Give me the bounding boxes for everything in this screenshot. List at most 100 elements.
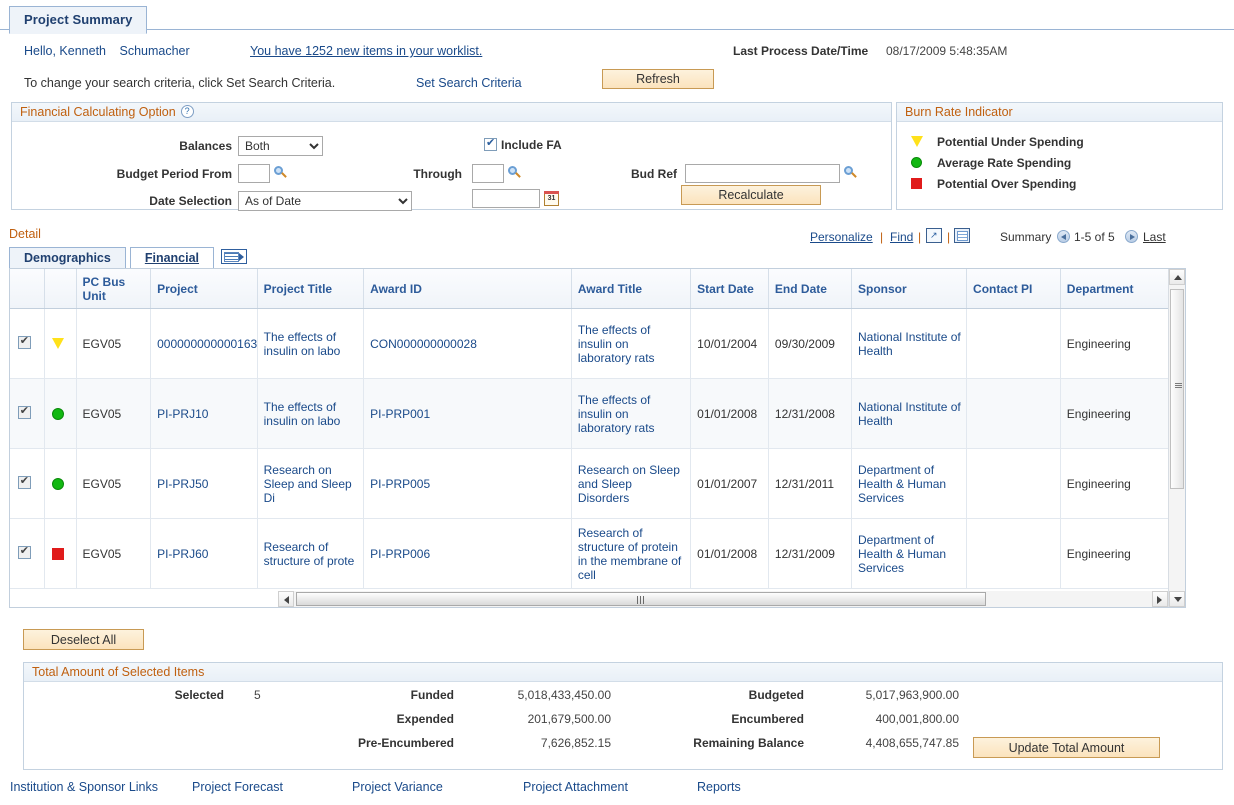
- project-link[interactable]: PI-PRJ60: [157, 547, 208, 561]
- award-id-link[interactable]: PI-PRP006: [370, 547, 430, 561]
- row-select-cell[interactable]: [10, 519, 44, 589]
- sponsor-link[interactable]: Department of Health & Human Services: [858, 463, 946, 505]
- cell-project[interactable]: PI-PRJ10: [151, 379, 258, 449]
- cell-sponsor[interactable]: Department of Health & Human Services: [852, 519, 967, 589]
- deselect-all-button[interactable]: Deselect All: [23, 629, 144, 650]
- footer-link-institution-sponsor[interactable]: Institution & Sponsor Links: [10, 780, 158, 794]
- cell-sponsor[interactable]: National Institute of Health: [852, 309, 967, 379]
- next-page-arrow-icon[interactable]: [1125, 230, 1138, 243]
- tab-project-summary[interactable]: Project Summary: [9, 6, 147, 34]
- cell-project[interactable]: PI-PRJ60: [151, 519, 258, 589]
- footer-link-project-attachment[interactable]: Project Attachment: [523, 780, 628, 794]
- scroll-up-arrow-icon[interactable]: [1169, 269, 1185, 285]
- set-search-criteria-link[interactable]: Set Search Criteria: [416, 76, 522, 90]
- download-to-excel-icon[interactable]: ↗: [926, 228, 942, 243]
- column-header-contact-pi[interactable]: Contact PI: [967, 269, 1061, 309]
- vertical-scroll-thumb[interactable]: [1170, 289, 1184, 489]
- tab-financial[interactable]: Financial: [130, 247, 214, 269]
- sponsor-link[interactable]: Department of Health & Human Services: [858, 533, 946, 575]
- cell-project-title[interactable]: The effects of insulin on labo: [257, 309, 364, 379]
- view-grid-icon[interactable]: [954, 228, 970, 243]
- project-title-link[interactable]: Research on Sleep and Sleep Di: [264, 463, 352, 505]
- bud-ref-input[interactable]: [685, 164, 840, 183]
- project-link[interactable]: PI-PRJ10: [157, 407, 208, 421]
- show-all-columns-icon[interactable]: [221, 249, 247, 264]
- footer-link-reports[interactable]: Reports: [697, 780, 741, 794]
- scroll-left-arrow-icon[interactable]: [278, 591, 294, 607]
- award-title-link[interactable]: Research on Sleep and Sleep Disorders: [578, 463, 680, 505]
- date-selection-select[interactable]: As of Date: [238, 191, 412, 211]
- cell-sponsor[interactable]: Department of Health & Human Services: [852, 449, 967, 519]
- cell-project-title[interactable]: Research of structure of prote: [257, 519, 364, 589]
- last-link[interactable]: Last: [1143, 230, 1166, 244]
- row-checkbox[interactable]: [18, 406, 31, 419]
- award-title-link[interactable]: The effects of insulin on laboratory rat…: [578, 323, 655, 365]
- bud-ref-lookup-icon[interactable]: [843, 165, 859, 181]
- cell-award-title[interactable]: Research of structure of protein in the …: [571, 519, 690, 589]
- column-header-start-date[interactable]: Start Date: [691, 269, 769, 309]
- question-mark-icon[interactable]: ?: [181, 105, 194, 118]
- as-of-date-input[interactable]: [472, 189, 540, 208]
- sponsor-link[interactable]: National Institute of Health: [858, 330, 961, 358]
- cell-award-title[interactable]: Research on Sleep and Sleep Disorders: [571, 449, 690, 519]
- update-total-amount-button[interactable]: Update Total Amount: [973, 737, 1160, 758]
- award-title-link[interactable]: Research of structure of protein in the …: [578, 526, 681, 582]
- footer-link-project-variance[interactable]: Project Variance: [352, 780, 443, 794]
- project-link[interactable]: 000000000000163: [157, 337, 257, 351]
- calendar-icon[interactable]: 31: [544, 191, 559, 206]
- budget-period-from-input[interactable]: [238, 164, 270, 183]
- award-id-link[interactable]: PI-PRP001: [370, 407, 430, 421]
- row-select-cell[interactable]: [10, 379, 44, 449]
- award-id-link[interactable]: CON000000000028: [370, 337, 477, 351]
- budget-period-from-lookup-icon[interactable]: [273, 165, 289, 181]
- project-link[interactable]: PI-PRJ50: [157, 477, 208, 491]
- cell-award-id[interactable]: PI-PRP001: [364, 379, 572, 449]
- cell-project[interactable]: PI-PRJ50: [151, 449, 258, 519]
- column-header-award-id[interactable]: Award ID: [364, 269, 572, 309]
- cell-award-id[interactable]: CON000000000028: [364, 309, 572, 379]
- grid-vertical-scrollbar[interactable]: [1168, 269, 1185, 607]
- row-select-cell[interactable]: [10, 309, 44, 379]
- cell-project-title[interactable]: Research on Sleep and Sleep Di: [257, 449, 364, 519]
- through-lookup-icon[interactable]: [507, 165, 523, 181]
- refresh-button[interactable]: Refresh: [602, 69, 714, 89]
- project-title-link[interactable]: The effects of insulin on labo: [264, 330, 341, 358]
- cell-sponsor[interactable]: National Institute of Health: [852, 379, 967, 449]
- column-header-pc-bus-unit[interactable]: PC Bus Unit: [76, 269, 151, 309]
- row-select-cell[interactable]: [10, 449, 44, 519]
- cell-project-title[interactable]: The effects of insulin on labo: [257, 379, 364, 449]
- scroll-down-arrow-icon[interactable]: [1169, 591, 1185, 607]
- previous-page-arrow-icon[interactable]: [1057, 230, 1070, 243]
- column-header-sponsor[interactable]: Sponsor: [852, 269, 967, 309]
- balances-select[interactable]: Both: [238, 136, 323, 156]
- recalculate-button[interactable]: Recalculate: [681, 185, 821, 205]
- tab-demographics[interactable]: Demographics: [9, 247, 126, 269]
- column-header-project[interactable]: Project: [151, 269, 258, 309]
- cell-award-id[interactable]: PI-PRP005: [364, 449, 572, 519]
- through-input[interactable]: [472, 164, 504, 183]
- award-id-link[interactable]: PI-PRP005: [370, 477, 430, 491]
- cell-award-id[interactable]: PI-PRP006: [364, 519, 572, 589]
- personalize-link[interactable]: Personalize: [810, 230, 873, 244]
- column-header-award-title[interactable]: Award Title: [571, 269, 690, 309]
- cell-award-title[interactable]: The effects of insulin on laboratory rat…: [571, 309, 690, 379]
- row-checkbox[interactable]: [18, 546, 31, 559]
- include-fa-checkbox[interactable]: [484, 138, 497, 151]
- cell-award-title[interactable]: The effects of insulin on laboratory rat…: [571, 379, 690, 449]
- worklist-link[interactable]: You have 1252 new items in your worklist…: [250, 44, 482, 58]
- find-link[interactable]: Find: [890, 230, 913, 244]
- award-title-link[interactable]: The effects of insulin on laboratory rat…: [578, 393, 655, 435]
- column-header-end-date[interactable]: End Date: [768, 269, 851, 309]
- column-header-department[interactable]: Department: [1060, 269, 1183, 309]
- grid-horizontal-scrollbar[interactable]: [278, 591, 1168, 607]
- row-checkbox[interactable]: [18, 476, 31, 489]
- cell-project[interactable]: 000000000000163: [151, 309, 258, 379]
- project-title-link[interactable]: Research of structure of prote: [264, 540, 355, 568]
- footer-link-project-forecast[interactable]: Project Forecast: [192, 780, 283, 794]
- sponsor-link[interactable]: National Institute of Health: [858, 400, 961, 428]
- project-title-link[interactable]: The effects of insulin on labo: [264, 400, 341, 428]
- horizontal-scroll-thumb[interactable]: [296, 592, 986, 606]
- row-checkbox[interactable]: [18, 336, 31, 349]
- column-header-project-title[interactable]: Project Title: [257, 269, 364, 309]
- scroll-right-arrow-icon[interactable]: [1152, 591, 1168, 607]
